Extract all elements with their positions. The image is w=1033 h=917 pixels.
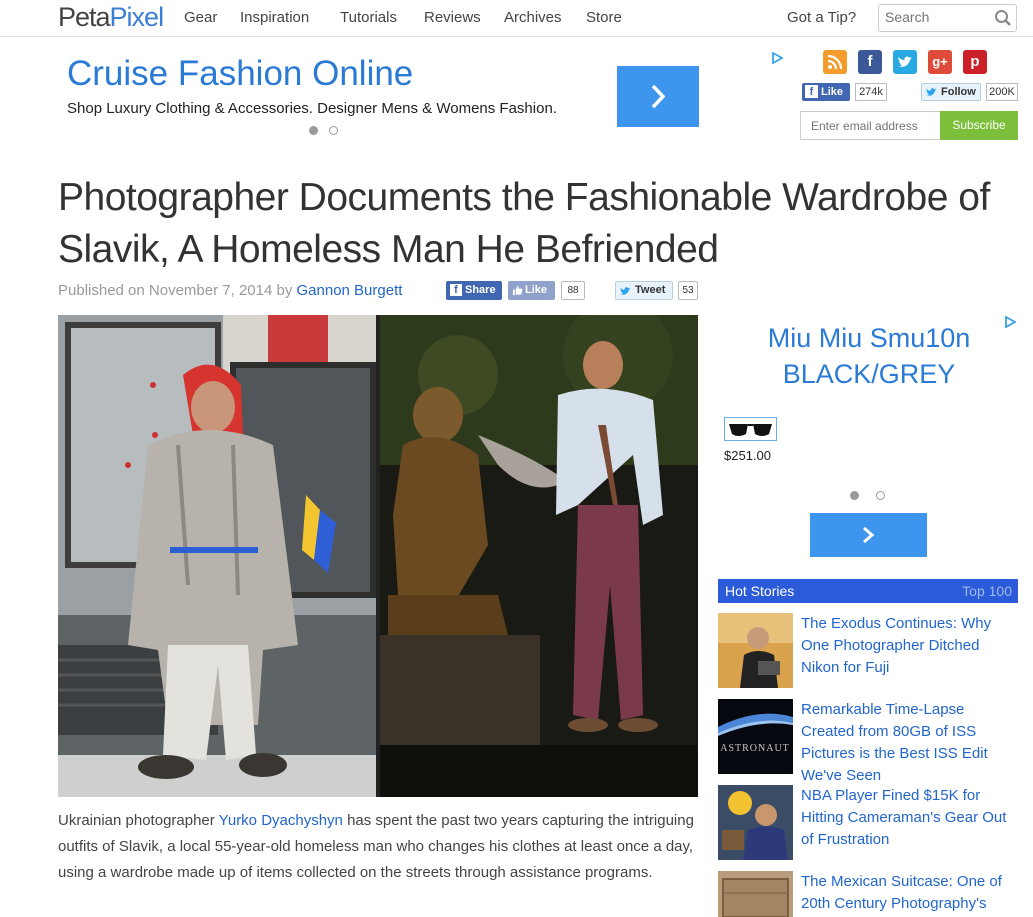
logo-part1: Peta [58,2,111,32]
hot-stories-header: Hot Stories Top 100 [718,579,1018,603]
search-input[interactable] [885,8,985,26]
photographer-link[interactable]: Yurko Dyachyshyn [219,812,343,829]
facebook-icon: f [450,284,462,296]
chevron-right-icon [651,84,666,109]
carousel-dot[interactable] [876,491,885,500]
story-item[interactable]: The Mexican Suitcase: One of 20th Centur… [718,871,1018,917]
author-link[interactable]: Gannon Burgett [297,282,403,299]
published-date: Published on November 7, 2014 by [58,282,293,299]
photo-diptych [58,315,698,797]
pinterest-icon[interactable]: p [963,50,987,74]
story-title[interactable]: The Exodus Continues: Why One Photograph… [801,613,1021,679]
facebook-icon[interactable]: f [858,50,882,74]
facebook-share-button[interactable]: f Share [446,281,502,300]
ad-arrow-button[interactable] [810,513,927,557]
ad-arrow-button[interactable] [617,66,699,127]
story-title[interactable]: NBA Player Fined $15K for Hitting Camera… [801,785,1021,851]
sidebar-ad-title[interactable]: Miu Miu Smu10n BLACK/GREY [720,320,1018,392]
tweet-label: Tweet [635,284,666,296]
ad-title-line2: BLACK/GREY [782,359,956,389]
twitter-bird-icon [926,88,937,96]
nav-inspiration[interactable]: Inspiration [240,9,309,26]
ad-title-line1: Miu Miu Smu10n [767,323,971,353]
adchoices-icon[interactable] [771,52,783,64]
rss-icon[interactable] [823,50,847,74]
like-count: 274k [855,83,887,101]
twitter-icon[interactable] [893,50,917,74]
google-plus-icon[interactable]: g+ [928,50,952,74]
nav-store[interactable]: Store [586,9,622,26]
email-field-wrapper [800,111,941,140]
byline: Published on November 7, 2014 by Gannon … [58,282,402,299]
top-100-link[interactable]: Top 100 [962,583,1012,599]
follow-count: 200K [986,83,1018,101]
like-count: 88 [561,281,585,300]
thumbnail-caption: ASTRONAUT [720,743,790,754]
search-box [878,4,1017,32]
article-body: Ukrainian photographer Yurko Dyachyshyn … [58,808,698,886]
hot-stories-title: Hot Stories [725,583,795,599]
like-label: Like [821,86,844,98]
petapixel-logo[interactable]: PetaPixel [58,2,165,32]
like-label: Like [525,284,548,296]
chevron-right-icon [863,526,875,544]
story-thumbnail[interactable] [718,613,793,688]
story-title[interactable]: Remarkable Time-Lapse Created from 80GB … [801,699,1021,787]
story-item[interactable]: The Exodus Continues: Why One Photograph… [718,613,1018,689]
story-item[interactable]: ASTRONAUT Remarkable Time-Lapse Created … [718,699,1018,784]
story-thumbnail[interactable] [718,871,793,917]
story-thumbnail[interactable]: ASTRONAUT [718,699,793,774]
tweet-count: 53 [678,281,698,300]
search-icon[interactable] [994,9,1012,27]
nav-reviews[interactable]: Reviews [424,9,481,26]
logo-part2: Pixel [109,2,165,32]
twitter-follow-button[interactable]: Follow [921,83,981,101]
got-a-tip-link[interactable]: Got a Tip? [787,9,856,26]
ad-subtitle[interactable]: Shop Luxury Clothing & Accessories. Desi… [67,100,557,117]
email-field[interactable] [801,112,941,139]
tweet-button[interactable]: Tweet [615,281,673,300]
facebook-like-button[interactable]: f Like [802,83,850,101]
follow-label: Follow [941,86,976,98]
nav-gear[interactable]: Gear [184,9,217,26]
article-headline[interactable]: Photographer Documents the Fashionable W… [58,172,1018,276]
article-photo[interactable] [58,315,698,797]
top-navigation: PetaPixel Gear Inspiration Tutorials Rev… [0,0,1033,37]
twitter-bird-icon [620,287,631,295]
carousel-dot[interactable] [329,126,338,135]
sunglasses-icon [729,424,772,436]
share-label: Share [465,284,496,296]
story-item[interactable]: NBA Player Fined $15K for Hitting Camera… [718,785,1018,861]
ad-price: $251.00 [724,448,771,463]
ad-title[interactable]: Cruise Fashion Online [67,54,413,94]
thumbs-up-icon [512,285,523,296]
body-text-start: Ukrainian photographer [58,812,219,829]
nav-tutorials[interactable]: Tutorials [340,9,397,26]
story-title[interactable]: The Mexican Suitcase: One of 20th Centur… [801,871,1021,915]
carousel-dot-active[interactable] [309,126,318,135]
story-thumbnail[interactable] [718,785,793,860]
carousel-dot-active[interactable] [850,491,859,500]
nav-archives[interactable]: Archives [504,9,562,26]
subscribe-button[interactable]: Subscribe [940,111,1018,140]
facebook-icon: f [805,85,818,98]
sunglasses-thumbnail[interactable] [724,417,777,441]
facebook-like-button[interactable]: Like [508,281,555,300]
